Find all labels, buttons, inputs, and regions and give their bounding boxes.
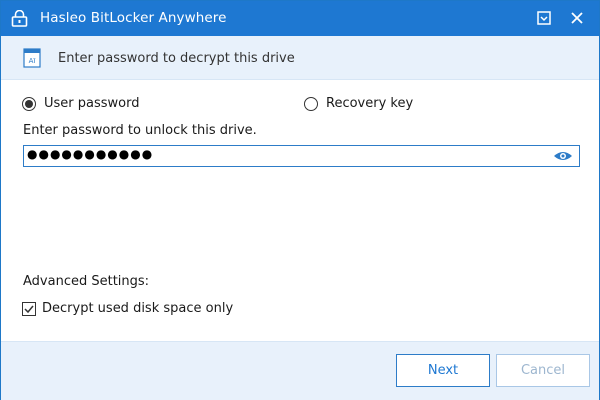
header-banner: Aī Enter password to decrypt this drive (1, 36, 599, 80)
password-prompt: Enter password to unlock this drive. (23, 123, 257, 138)
close-button[interactable] (568, 9, 586, 27)
cancel-button[interactable]: Cancel (496, 354, 590, 387)
advanced-settings-heading: Advanced Settings: (23, 274, 150, 289)
user-password-label: User password (44, 96, 140, 111)
window-title: Hasleo BitLocker Anywhere (40, 10, 227, 26)
checkbox-box[interactable] (22, 301, 36, 316)
minimize-button[interactable] (535, 9, 553, 27)
password-input[interactable]: ●●●●●●●●●●● (23, 145, 580, 167)
user-password-radio[interactable]: User password (22, 96, 139, 111)
radio-indicator[interactable] (22, 96, 36, 111)
recovery-key-label: Recovery key (326, 96, 414, 111)
checkmark-icon (24, 305, 34, 313)
next-button[interactable]: Next (396, 354, 490, 387)
decrypt-used-space-checkbox[interactable]: Decrypt used disk space only (22, 301, 233, 316)
lock-icon (11, 10, 28, 27)
recovery-key-radio[interactable]: Recovery key (304, 96, 413, 111)
decrypt-used-space-label: Decrypt used disk space only (42, 301, 234, 316)
footer-bar: Next Cancel (1, 341, 599, 400)
title-bar[interactable]: Hasleo BitLocker Anywhere (1, 1, 599, 36)
radio-indicator[interactable] (304, 96, 318, 111)
password-value[interactable]: ●●●●●●●●●●● (27, 147, 153, 161)
drive-icon: Aī (23, 48, 41, 68)
svg-text:Aī: Aī (29, 57, 36, 65)
eye-icon[interactable] (553, 150, 573, 162)
dialog-window: Hasleo BitLocker Anywhere Aī Enter passw… (0, 0, 600, 400)
header-title: Enter password to decrypt this drive (58, 51, 295, 66)
